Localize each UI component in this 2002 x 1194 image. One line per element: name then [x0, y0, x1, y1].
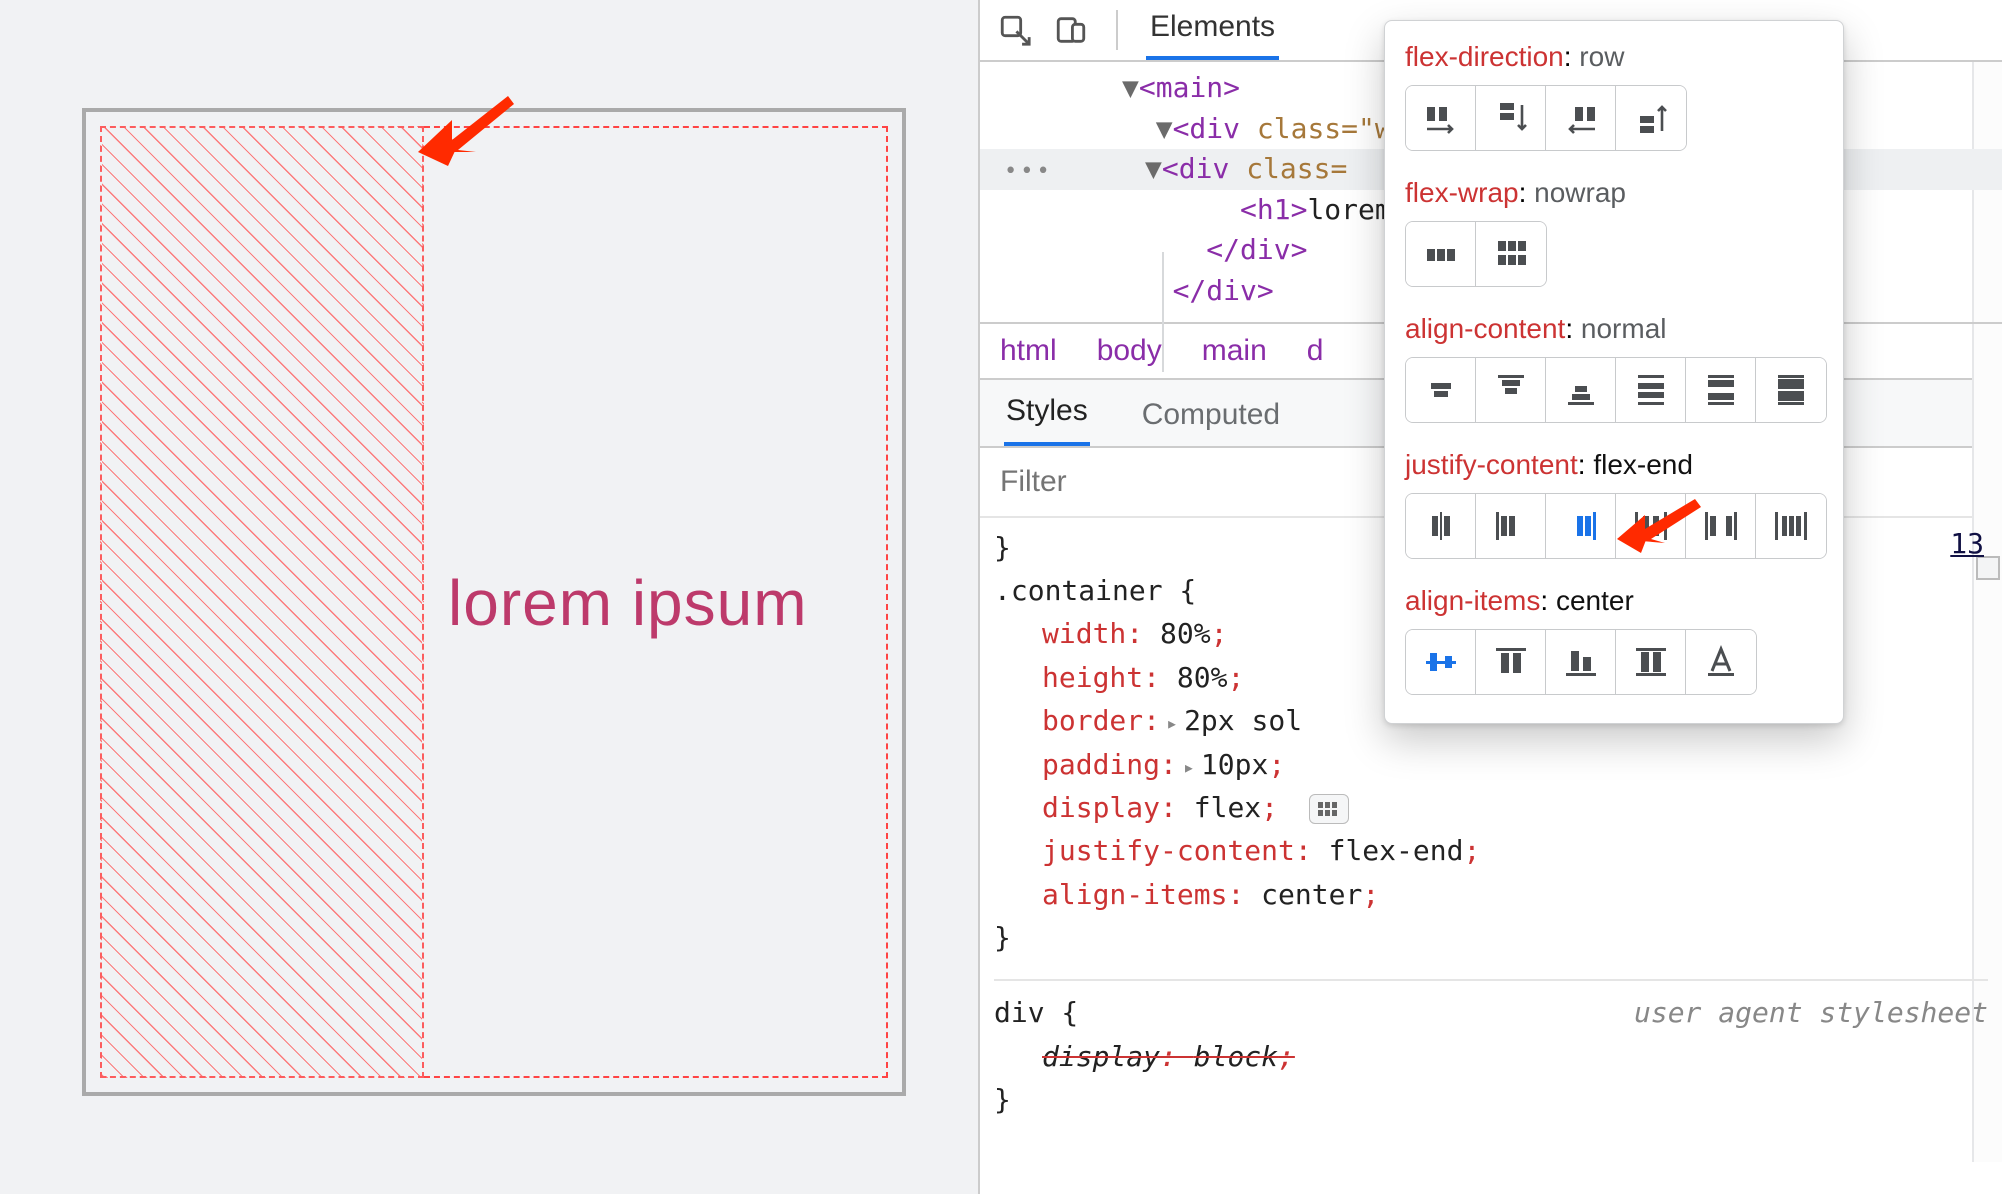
flex-remaining-space-overlay	[100, 126, 424, 1078]
jc-start-icon[interactable]	[1476, 494, 1546, 558]
crumb-body[interactable]: body	[1097, 334, 1162, 368]
ua-stylesheet-label: user agent stylesheet	[1634, 991, 1988, 1034]
dom-node-main[interactable]: <main>	[1139, 71, 1240, 104]
ai-center-icon[interactable]	[1406, 630, 1476, 694]
ac-space-between-icon[interactable]	[1686, 358, 1756, 422]
annotation-arrow-icon	[418, 86, 518, 176]
tab-styles[interactable]: Styles	[1004, 382, 1090, 446]
ai-label: align-items: center	[1405, 585, 1823, 617]
crumb-div[interactable]: d	[1307, 334, 1324, 368]
fw-nowrap-icon[interactable]	[1406, 222, 1476, 286]
tab-computed[interactable]: Computed	[1140, 386, 1282, 446]
ac-space-around-icon[interactable]	[1616, 358, 1686, 422]
ac-center-icon[interactable]	[1406, 358, 1476, 422]
source-line-link[interactable]: 13	[1950, 522, 1984, 565]
ac-end-icon[interactable]	[1546, 358, 1616, 422]
tab-elements[interactable]: Elements	[1146, 0, 1279, 60]
device-toggle-icon[interactable]	[1054, 13, 1088, 47]
fd-label: flex-direction: row	[1405, 41, 1823, 73]
annotation-arrow-icon	[1617, 493, 1707, 563]
devtools-panel: Elements ▼<main> ▼<div class="w ••• ▼<di…	[978, 0, 2002, 1194]
fw-wrap-icon[interactable]	[1476, 222, 1546, 286]
fd-row-icon[interactable]	[1406, 86, 1476, 150]
flex-editor-toggle-icon[interactable]	[1309, 794, 1349, 824]
toolbar-divider	[1116, 10, 1118, 50]
ai-baseline-icon[interactable]	[1686, 630, 1756, 694]
inspect-icon[interactable]	[998, 13, 1032, 47]
jc-end-icon[interactable]	[1546, 494, 1616, 558]
jc-center-icon[interactable]	[1406, 494, 1476, 558]
ai-start-icon[interactable]	[1476, 630, 1546, 694]
ai-end-icon[interactable]	[1546, 630, 1616, 694]
ellipsis-icon[interactable]: •••	[1004, 159, 1061, 184]
ac-stretch-icon[interactable]	[1756, 358, 1826, 422]
dom-node-div[interactable]: <div	[1173, 112, 1257, 145]
ac-start-icon[interactable]	[1476, 358, 1546, 422]
crumb-html[interactable]: html	[1000, 334, 1057, 368]
fd-column-reverse-icon[interactable]	[1616, 86, 1686, 150]
fw-label: flex-wrap: nowrap	[1405, 177, 1823, 209]
crumb-main[interactable]: main	[1202, 334, 1267, 368]
dom-node-h1[interactable]: <h1>	[1240, 193, 1307, 226]
fd-row-reverse-icon[interactable]	[1546, 86, 1616, 150]
jc-space-evenly-icon[interactable]	[1756, 494, 1826, 558]
dom-node-div-selected[interactable]: <div	[1162, 152, 1246, 185]
ai-stretch-icon[interactable]	[1616, 630, 1686, 694]
flexbox-editor-popover: flex-direction: row flex-wrap: nowrap	[1384, 20, 1844, 724]
page-preview: lorem ipsum	[0, 0, 978, 1194]
jc-label: justify-content: flex-end	[1405, 449, 1823, 481]
dom-node-close-div[interactable]: </div>	[1206, 233, 1307, 266]
preview-heading: lorem ipsum	[448, 566, 808, 640]
fd-column-icon[interactable]	[1476, 86, 1546, 150]
dom-node-close-div2[interactable]: </div>	[1173, 274, 1274, 307]
ac-label: align-content: normal	[1405, 313, 1823, 345]
